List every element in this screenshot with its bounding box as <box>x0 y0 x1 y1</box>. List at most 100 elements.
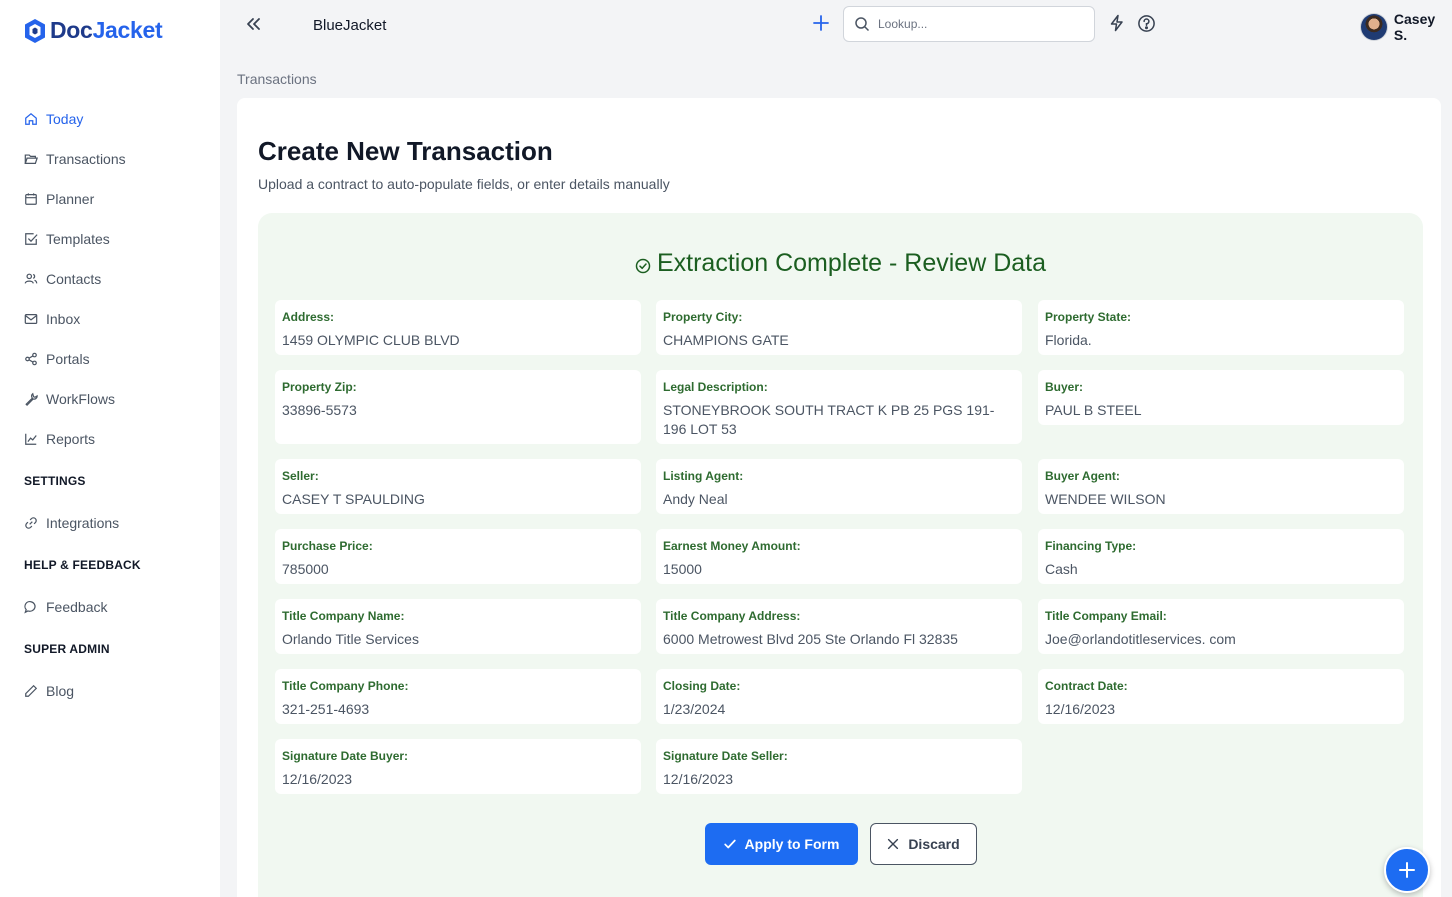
sidebar-item-contacts[interactable]: Contacts <box>24 269 101 289</box>
review-title: Extraction Complete - Review Data <box>258 249 1423 278</box>
field-earnest-money: Earnest Money Amount: 15000 <box>656 529 1022 584</box>
logo-mark-icon <box>25 18 45 43</box>
field-label: Financing Type: <box>1045 539 1137 553</box>
admin-heading: SUPER ADMIN <box>24 642 110 656</box>
sidebar-item-label: Contacts <box>46 271 102 287</box>
field-value: Orlando Title Services <box>282 631 419 647</box>
field-label: Title Company Address: <box>663 609 801 623</box>
field-closing-date: Closing Date: 1/23/2024 <box>656 669 1022 724</box>
sidebar-item-integrations[interactable]: Integrations <box>24 513 119 533</box>
field-label: Title Company Name: <box>282 609 405 623</box>
field-value: 321-251-4693 <box>282 701 370 717</box>
app-logo[interactable]: DocJacket <box>24 17 163 44</box>
sidebar-item-label: Planner <box>46 191 95 207</box>
apply-to-form-button[interactable]: Apply to Form <box>704 823 858 865</box>
field-property-state: Property State: Florida. <box>1038 300 1404 355</box>
settings-heading: SETTINGS <box>24 474 86 488</box>
check-square-icon <box>25 233 38 245</box>
sidebar-item-label: Integrations <box>46 515 120 531</box>
sidebar-item-transactions[interactable]: Transactions <box>24 149 126 169</box>
field-buyer: Buyer: PAUL B STEEL <box>1038 370 1404 425</box>
field-contract-date: Contract Date: 12/16/2023 <box>1038 669 1404 724</box>
sidebar-item-today[interactable]: Today <box>24 109 83 129</box>
field-label: Title Company Phone: <box>282 679 409 693</box>
page-subtitle: Upload a contract to auto-populate field… <box>258 176 670 192</box>
users-icon <box>24 273 38 284</box>
field-value: 12/16/2023 <box>282 771 353 787</box>
help-icon[interactable] <box>1137 14 1156 33</box>
field-value: 1/23/2024 <box>663 701 726 717</box>
discard-button[interactable]: Discard <box>869 823 977 865</box>
sidebar-item-label: Blog <box>46 683 75 699</box>
sidebar-item-label: Today <box>46 111 84 127</box>
search-icon <box>855 17 870 32</box>
lightning-icon[interactable] <box>1108 14 1126 32</box>
logo-text: DocJacket <box>50 17 163 43</box>
field-value: 785000 <box>282 561 329 577</box>
field-property-city: Property City: CHAMPIONS GATE <box>656 300 1022 355</box>
extraction-review-panel: Extraction Complete - Review Data Addres… <box>258 213 1423 897</box>
link-icon <box>25 517 37 529</box>
sidebar-item-inbox[interactable]: Inbox <box>24 309 80 329</box>
field-label: Listing Agent: <box>663 469 744 483</box>
field-value: WENDEE WILSON <box>1045 491 1166 507</box>
field-title-company-name: Title Company Name: Orlando Title Servic… <box>275 599 641 654</box>
field-label: Address: <box>282 310 335 324</box>
workspace-name[interactable]: BlueJacket <box>313 17 386 34</box>
field-label: Buyer: <box>1045 380 1084 394</box>
home-icon <box>25 112 37 125</box>
sidebar-item-workflows[interactable]: WorkFlows <box>24 389 115 409</box>
field-label: Earnest Money Amount: <box>663 539 801 553</box>
sidebar-item-templates[interactable]: Templates <box>24 229 110 249</box>
field-label: Purchase Price: <box>282 539 373 553</box>
field-label: Property State: <box>1045 310 1132 324</box>
field-signature-date-buyer: Signature Date Buyer: 12/16/2023 <box>275 739 641 794</box>
check-circle-icon <box>635 258 651 274</box>
close-icon <box>888 838 899 850</box>
user-name: Casey S. <box>1393 11 1436 43</box>
search-input[interactable] <box>878 17 1078 31</box>
field-label: Contract Date: <box>1045 679 1128 693</box>
page-title: Create New Transaction <box>258 136 553 166</box>
field-label: Closing Date: <box>663 679 741 693</box>
floating-add-button[interactable] <box>1384 847 1430 893</box>
lookup-search[interactable] <box>843 6 1095 42</box>
sidebar-item-label: Templates <box>46 231 110 247</box>
field-label: Title Company Email: <box>1045 609 1167 623</box>
field-value: 1459 OLYMPIC CLUB BLVD <box>282 332 460 348</box>
sidebar-item-blog[interactable]: Blog <box>24 681 74 701</box>
wrench-icon <box>25 392 38 406</box>
sidebar-item-label: WorkFlows <box>46 391 115 407</box>
field-value: 33896-5573 <box>282 402 357 418</box>
field-value: Andy Neal <box>663 491 728 507</box>
chart-icon <box>25 433 37 445</box>
field-label: Property City: <box>663 310 743 324</box>
avatar <box>1360 13 1388 41</box>
sidebar-item-label: Portals <box>46 351 90 367</box>
create-transaction-card: Create New Transaction Upload a contract… <box>237 98 1441 897</box>
field-value: Joe@orlandotitleservices. com <box>1045 631 1236 647</box>
sidebar-item-planner[interactable]: Planner <box>24 189 94 209</box>
sidebar-item-reports[interactable]: Reports <box>24 429 95 449</box>
field-value: 15000 <box>663 561 702 577</box>
field-purchase-price: Purchase Price: 785000 <box>275 529 641 584</box>
field-buyer-agent: Buyer Agent: WENDEE WILSON <box>1038 459 1404 514</box>
add-icon[interactable] <box>811 13 831 33</box>
review-actions: Apply to Form Discard <box>258 823 1423 865</box>
field-title-company-email: Title Company Email: Joe@orlandotitleser… <box>1038 599 1404 654</box>
user-menu[interactable]: Casey S. <box>1360 11 1452 43</box>
field-value: CHAMPIONS GATE <box>663 332 789 348</box>
field-seller: Seller: CASEY T SPAULDING <box>275 459 641 514</box>
discard-label: Discard <box>908 836 960 852</box>
breadcrumb[interactable]: Transactions <box>237 71 317 87</box>
sidebar-item-feedback[interactable]: Feedback <box>24 597 107 617</box>
share-icon <box>25 352 37 366</box>
help-heading: HELP & FEEDBACK <box>24 558 141 572</box>
field-value: Cash <box>1045 561 1078 577</box>
sidebar-item-portals[interactable]: Portals <box>24 349 90 369</box>
field-title-company-phone: Title Company Phone: 321-251-4693 <box>275 669 641 724</box>
field-label: Signature Date Seller: <box>663 749 788 763</box>
collapse-sidebar-icon[interactable] <box>244 14 264 34</box>
field-value: Florida. <box>1045 332 1092 348</box>
field-legal-description: Legal Description: STONEYBROOK SOUTH TRA… <box>656 370 1022 444</box>
